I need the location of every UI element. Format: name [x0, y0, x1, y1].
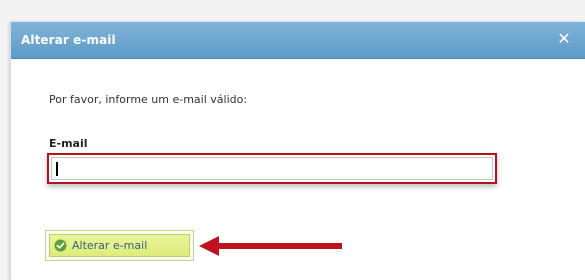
- left-arrow-icon: [199, 236, 342, 256]
- email-prompt-text: Por favor, informe um e-mail válido:: [49, 93, 248, 106]
- submit-button-frame: Alterar e-mail: [45, 230, 194, 261]
- change-email-dialog: Alterar e-mail ✕ Por favor, informe um e…: [10, 22, 585, 280]
- dialog-titlebar: Alterar e-mail ✕: [11, 22, 585, 59]
- change-email-button-label: Alterar e-mail: [72, 239, 148, 252]
- check-circle-icon: [54, 239, 67, 252]
- text-caret: [56, 162, 58, 176]
- close-icon[interactable]: ✕: [556, 30, 572, 48]
- email-input[interactable]: [51, 157, 493, 180]
- email-label: E-mail: [49, 137, 88, 150]
- change-email-button[interactable]: Alterar e-mail: [49, 234, 190, 257]
- dialog-title: Alterar e-mail: [21, 33, 116, 47]
- email-input-highlight: [47, 153, 497, 184]
